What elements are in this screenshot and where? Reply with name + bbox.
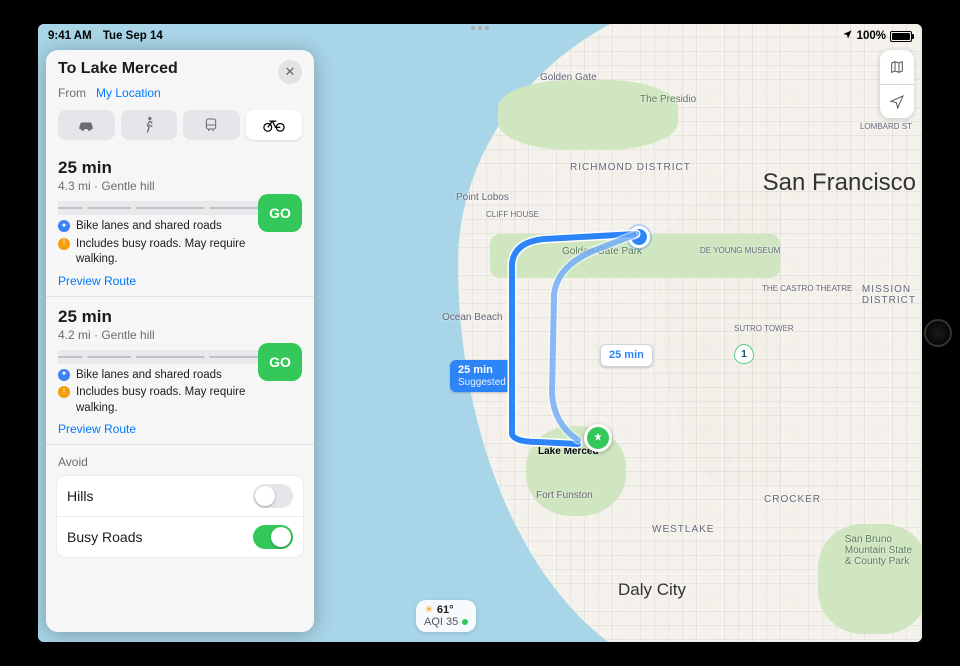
bike-lane-icon: ✦ — [58, 220, 70, 232]
mode-walk[interactable] — [121, 110, 178, 140]
bike-lane-icon: ✦ — [58, 369, 70, 381]
weather-temp: 61° — [437, 604, 454, 616]
avoid-row-busy-roads: Busy Roads — [57, 516, 303, 557]
ipad-device-frame: 9:41 AM Tue Sep 14 100% — [0, 0, 960, 666]
directions-panel: To Lake Merced ✕ From My Location — [46, 50, 314, 632]
warning-icon: ! — [58, 238, 70, 250]
preview-route-link[interactable]: Preview Route — [58, 274, 302, 288]
label-golden-gate: Golden Gate — [540, 72, 597, 83]
label-san-francisco: San Francisco — [763, 169, 916, 197]
close-button[interactable]: ✕ — [278, 60, 302, 84]
home-button[interactable] — [924, 319, 952, 347]
preview-route-link[interactable]: Preview Route — [58, 422, 302, 436]
screen: 9:41 AM Tue Sep 14 100% — [38, 24, 922, 642]
go-button[interactable]: GO — [258, 194, 302, 232]
route-label-primary[interactable]: 25 min Suggested — [450, 360, 514, 392]
avoid-section: Avoid Hills Busy Roads — [46, 444, 314, 566]
label-crocker: CROCKER — [764, 494, 821, 505]
label-cliff-house: CLIFF HOUSE — [486, 210, 539, 219]
label-ocean-beach: Ocean Beach — [442, 312, 503, 323]
label-point-lobos: Point Lobos — [456, 192, 509, 203]
label-san-bruno: San Bruno Mountain State & County Park — [845, 534, 912, 567]
from-location: My Location — [96, 86, 161, 100]
locate-me-button[interactable] — [880, 84, 914, 118]
hwy-shield-1: 1 — [734, 344, 754, 364]
from-row[interactable]: From My Location — [58, 86, 302, 100]
sun-icon: ☀︎ — [424, 604, 434, 616]
avoid-row-hills: Hills — [57, 476, 303, 516]
route-label-alt[interactable]: 25 min — [600, 344, 653, 367]
mode-drive[interactable] — [58, 110, 115, 140]
camera-notch — [460, 26, 500, 31]
label-castro: THE CASTRO THEATRE — [762, 284, 852, 293]
transport-mode-segment — [58, 110, 302, 140]
route-list: 25 min 4.3 mi · Gentle hill ✦Bike lanes … — [46, 148, 314, 632]
panel-title: To Lake Merced — [58, 60, 178, 78]
route-subtitle: 4.2 mi · Gentle hill — [58, 328, 302, 342]
label-mission: MISSION DISTRICT — [862, 284, 916, 306]
route-subtitle: 4.3 mi · Gentle hill — [58, 179, 302, 193]
destination-pin — [584, 424, 612, 452]
weather-pill[interactable]: ☀︎ 61° AQI 35 — [416, 600, 476, 632]
aqi-indicator-icon — [462, 619, 468, 625]
avoid-label: Busy Roads — [67, 529, 142, 545]
map-style-button[interactable] — [880, 50, 914, 84]
user-location-dot — [628, 226, 650, 248]
route-option[interactable]: 25 min 4.3 mi · Gentle hill ✦Bike lanes … — [46, 148, 314, 296]
label-lombard: LOMBARD ST — [860, 122, 912, 131]
status-date: Tue Sep 14 — [103, 30, 163, 42]
avoid-busy-roads-toggle[interactable] — [253, 525, 293, 549]
label-gg-park: Golden Gate Park — [562, 246, 642, 257]
mode-cycle[interactable] — [246, 110, 303, 140]
panel-header: To Lake Merced ✕ From My Location — [46, 50, 314, 148]
label-sutro: SUTRO TOWER — [734, 324, 794, 333]
mode-transit[interactable] — [183, 110, 240, 140]
label-deyoung: DE YOUNG MUSEUM — [700, 246, 780, 255]
location-icon — [842, 29, 853, 43]
label-westlake: WESTLAKE — [652, 524, 714, 535]
weather-aqi: AQI 35 — [424, 616, 458, 628]
route-time: 25 min — [58, 158, 302, 178]
route-option[interactable]: 25 min 4.2 mi · Gentle hill ✦Bike lanes … — [46, 296, 314, 445]
warning-icon: ! — [58, 386, 70, 398]
map-controls — [880, 50, 914, 118]
label-daly-city: Daly City — [618, 580, 686, 600]
battery-percent: 100% — [857, 30, 886, 42]
avoid-label: Hills — [67, 488, 93, 504]
from-label: From — [58, 86, 86, 100]
avoid-header: Avoid — [46, 451, 314, 475]
label-presidio: The Presidio — [640, 94, 696, 105]
status-time: 9:41 AM — [48, 30, 92, 42]
avoid-hills-toggle[interactable] — [253, 484, 293, 508]
go-button[interactable]: GO — [258, 343, 302, 381]
battery-icon — [890, 31, 912, 42]
route-time: 25 min — [58, 307, 302, 327]
label-fort-funston: Fort Funston — [536, 490, 593, 501]
label-richmond: RICHMOND DISTRICT — [570, 162, 691, 173]
